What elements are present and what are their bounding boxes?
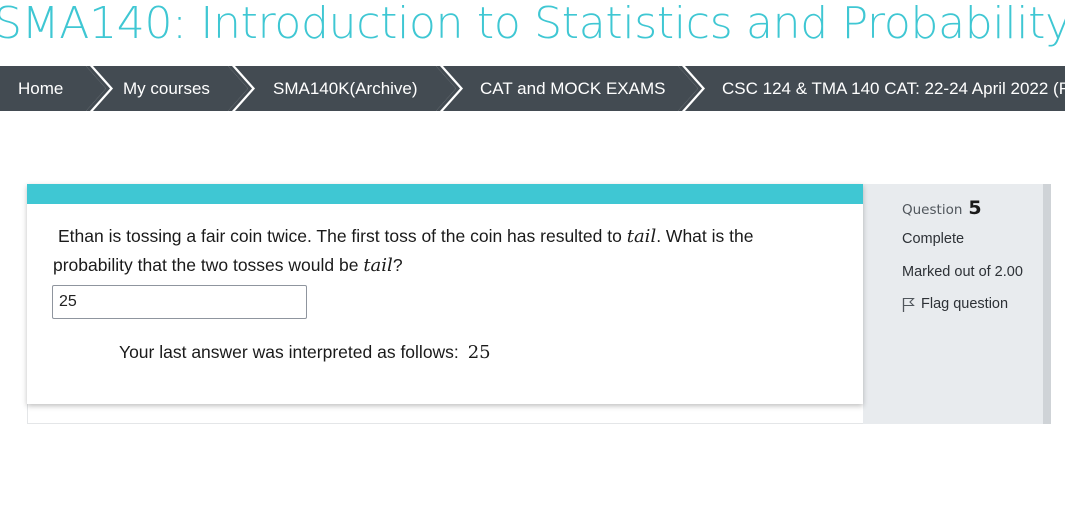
flag-question-label: Flag question: [921, 296, 1009, 312]
question-marks: Marked out of 2.00: [902, 264, 1023, 280]
breadcrumb: Home My courses SMA140K(Archive) CAT and…: [0, 66, 1065, 111]
question-number: Question 5: [902, 197, 982, 219]
breadcrumb-cat-mock-exams[interactable]: CAT and MOCK EXAMS: [480, 66, 665, 111]
breadcrumb-home[interactable]: Home: [18, 66, 63, 111]
question-text-line-1: Ethan is tossing a fair coin twice. The …: [53, 222, 813, 251]
question-text-segment: probability that the two tosses would be: [53, 255, 364, 275]
interpretation-value: 25: [467, 342, 491, 363]
question-text: Ethan is tossing a fair coin twice. The …: [53, 222, 813, 280]
breadcrumb-quiz[interactable]: CSC 124 & TMA 140 CAT: 22-24 April 2022 …: [722, 66, 1065, 111]
chevron-right-icon: [678, 66, 708, 111]
breadcrumb-course-archive[interactable]: SMA140K(Archive): [273, 66, 418, 111]
breadcrumb-my-courses[interactable]: My courses: [123, 66, 210, 111]
course-title: SMA140: Introduction to Statistics and P…: [0, 0, 1065, 49]
question-number-value: 5: [968, 197, 982, 219]
question-info-panel: Question 5 Complete Marked out of 2.00 F…: [863, 184, 1043, 424]
page: SMA140: Introduction to Statistics and P…: [0, 0, 1065, 519]
chevron-right-icon: [436, 66, 466, 111]
flag-icon: [902, 297, 915, 312]
answer-interpretation: Your last answer was interpreted as foll…: [119, 342, 491, 363]
answer-input[interactable]: [52, 285, 307, 319]
info-panel-scrollbar[interactable]: [1043, 184, 1051, 424]
question-text-line-2: probability that the two tosses would be…: [53, 255, 403, 276]
question-state: Complete: [902, 231, 965, 247]
interpretation-label: Your last answer was interpreted as foll…: [119, 342, 459, 362]
question-text-segment: . What is the: [656, 226, 754, 246]
question-text-segment: ?: [392, 255, 403, 275]
flag-question-button[interactable]: Flag question: [902, 296, 1008, 312]
chevron-right-icon: [228, 66, 258, 111]
question-number-label: Question: [902, 202, 963, 218]
math-expression: tail: [363, 255, 393, 276]
question-accent-bar: [27, 184, 863, 204]
question-content: Ethan is tossing a fair coin twice. The …: [27, 184, 863, 404]
chevron-right-icon: [86, 66, 116, 111]
math-expression: tail: [626, 226, 657, 247]
question-text-segment: Ethan is tossing a fair coin twice. The …: [58, 226, 627, 246]
